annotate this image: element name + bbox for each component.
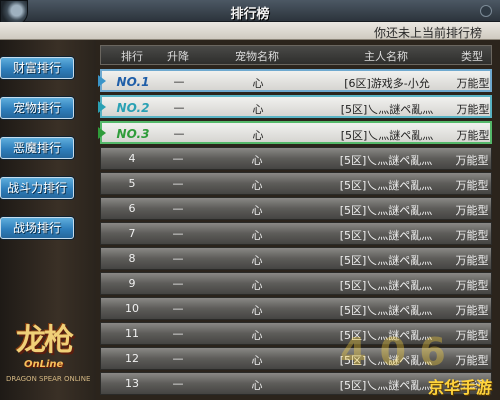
rank-number: 11: [125, 327, 139, 340]
pet-name: 心: [251, 229, 263, 242]
pet-name: 心: [251, 179, 263, 192]
pet-name: 心: [251, 279, 263, 292]
rank-change: —: [172, 227, 184, 240]
owner-name: [5区]乀灬謎ペ亂灬: [339, 254, 433, 267]
watermark-text: 京华手游: [427, 378, 492, 397]
close-icon[interactable]: [480, 5, 492, 17]
rank-number: 7: [128, 227, 136, 240]
rank-number: 12: [125, 352, 139, 365]
pet-type: 万能型: [455, 229, 489, 242]
table-row[interactable]: 5 — 心 [5区]乀灬謎ペ亂灬 万能型: [100, 172, 492, 195]
table-row[interactable]: 7 — 心 [5区]乀灬謎ペ亂灬 万能型: [100, 222, 492, 245]
table-row[interactable]: 6 — 心 [5区]乀灬謎ペ亂灬 万能型: [100, 197, 492, 220]
rank-badge: NO.1: [116, 75, 150, 89]
rank-number: 6: [128, 202, 136, 215]
table-row[interactable]: 10 — 心 [5区]乀灬謎ペ亂灬 万能型: [100, 297, 492, 320]
rank-change: —: [172, 252, 184, 265]
rank-change: —: [172, 327, 184, 340]
owner-name: [5区]乀灬謎ペ亂灬: [339, 204, 433, 217]
pet-type: 万能型: [456, 77, 490, 90]
pet-type: 万能型: [456, 129, 490, 142]
owner-name: [5区]乀灬謎ペ亂灬: [339, 279, 433, 292]
sidebar-item-battlefield[interactable]: 战场排行: [0, 217, 74, 239]
pet-type: 万能型: [456, 103, 490, 116]
rank-number: 4: [128, 152, 136, 165]
pet-name: 心: [251, 254, 263, 267]
sidebar-item-combat-power[interactable]: 战斗力排行: [0, 177, 74, 199]
rank-change: —: [172, 302, 184, 315]
pet-type: 万能型: [455, 154, 489, 167]
header-owner-name: 主人名称: [364, 50, 408, 63]
pet-name: 心: [251, 154, 263, 167]
rank-change: —: [172, 202, 184, 215]
rank-change: —: [173, 75, 185, 88]
header-change: 升降: [167, 50, 189, 63]
rank-number: 5: [128, 177, 136, 190]
rank-change: —: [172, 177, 184, 190]
game-logo: 龙枪 OnLine DRAGON SPEAR ONLINE: [0, 305, 100, 400]
header-rank: 排行: [121, 50, 143, 63]
owner-name: [6区]游戏多-小允: [344, 77, 430, 90]
pet-type: 万能型: [455, 354, 489, 367]
table-row[interactable]: 4 — 心 [5区]乀灬謎ペ亂灬 万能型: [100, 147, 492, 170]
header-type: 类型: [461, 50, 483, 63]
owner-name: [5区]乀灬謎ペ亂灬: [340, 103, 434, 116]
pet-name: 心: [251, 204, 263, 217]
rank-change: —: [173, 101, 185, 114]
pet-name: 心: [251, 304, 263, 317]
rank-badge: NO.2: [116, 101, 150, 115]
pet-name: 心: [252, 129, 264, 142]
owner-name: [5区]乀灬謎ペ亂灬: [339, 154, 433, 167]
pet-type: 万能型: [455, 279, 489, 292]
table-row[interactable]: 9 — 心 [5区]乀灬謎ペ亂灬 万能型: [100, 272, 492, 295]
table-row[interactable]: NO.3 — 心 [5区]乀灬謎ペ亂灬 万能型: [98, 121, 492, 144]
owner-name: [5区]乀灬謎ペ亂灬: [339, 179, 433, 192]
pet-name: 心: [252, 77, 264, 90]
logo-subtitle: OnLine: [24, 359, 64, 370]
window-titlebar: 排行榜: [0, 0, 500, 22]
pet-type: 万能型: [455, 204, 489, 217]
watermark-digits: 4 0 6: [340, 330, 446, 374]
status-bar: 你还未上当前排行榜: [0, 22, 500, 40]
rank-number: 10: [125, 302, 139, 315]
owner-name: [5区]乀灬謎ペ亂灬: [339, 304, 433, 317]
pet-type: 万能型: [455, 254, 489, 267]
rank-change: —: [173, 127, 185, 140]
table-header: 排行 升降 宠物名称 主人名称 类型: [100, 45, 492, 65]
window-title: 排行榜: [230, 7, 270, 22]
rank-change: —: [172, 277, 184, 290]
rank-number: 13: [125, 377, 139, 390]
pet-type: 万能型: [455, 304, 489, 317]
logo-title: 龙枪: [16, 323, 74, 358]
owner-name: [5区]乀灬謎ペ亂灬: [340, 129, 434, 142]
pet-name: 心: [251, 354, 263, 367]
sidebar-item-demon[interactable]: 恶魔排行: [0, 137, 74, 159]
owner-name: [5区]乀灬謎ペ亂灬: [339, 229, 433, 242]
table-row[interactable]: NO.2 — 心 [5区]乀灬謎ペ亂灬 万能型: [98, 95, 492, 118]
sidebar-item-wealth[interactable]: 财富排行: [0, 57, 74, 79]
rank-number: 8: [128, 252, 136, 265]
rank-change: —: [172, 152, 184, 165]
rank-badge: NO.3: [116, 127, 150, 141]
pet-type: 万能型: [455, 329, 489, 342]
rank-change: —: [172, 352, 184, 365]
pet-name: 心: [251, 329, 263, 342]
table-row[interactable]: NO.1 — 心 [6区]游戏多-小允 万能型: [98, 69, 492, 92]
logo-tagline: DRAGON SPEAR ONLINE: [6, 375, 91, 383]
rank-number: 9: [128, 277, 136, 290]
pet-name: 心: [251, 379, 263, 392]
header-pet-name: 宠物名称: [235, 50, 279, 63]
rank-status-text: 你还未上当前排行榜: [373, 26, 482, 40]
table-row[interactable]: 8 — 心 [5区]乀灬謎ペ亂灬 万能型: [100, 247, 492, 270]
sidebar-item-pet[interactable]: 宠物排行: [0, 97, 74, 119]
pet-type: 万能型: [455, 179, 489, 192]
pet-name: 心: [252, 103, 264, 116]
rank-change: —: [172, 377, 184, 390]
